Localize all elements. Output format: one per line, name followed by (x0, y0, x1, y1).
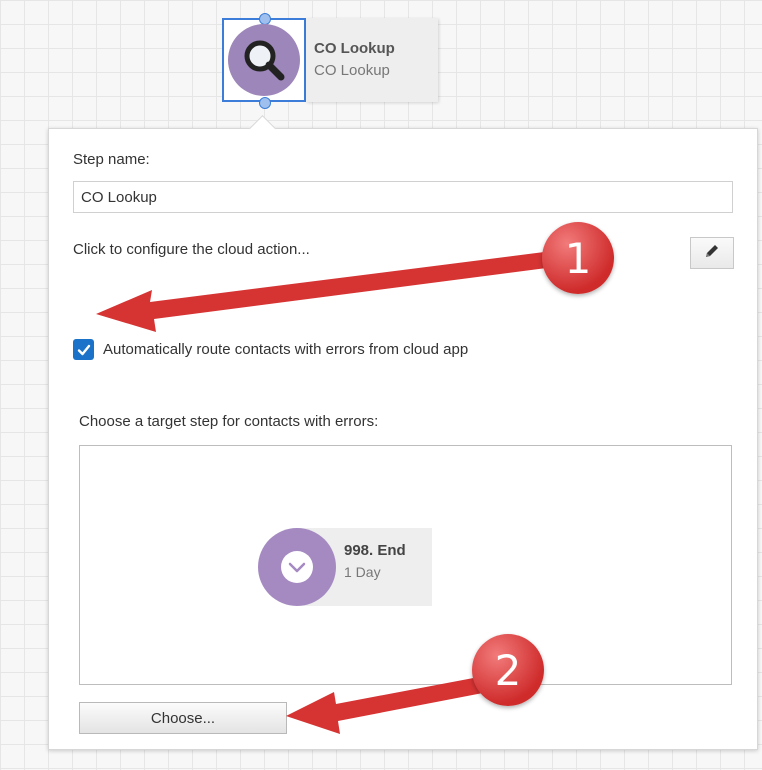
annotation-badge-1: 1 (542, 222, 614, 294)
annotation-arrows (96, 250, 562, 734)
arrow-2 (286, 676, 488, 734)
arrow-1 (96, 250, 562, 332)
annotation-badge-2: 2 (472, 634, 544, 706)
